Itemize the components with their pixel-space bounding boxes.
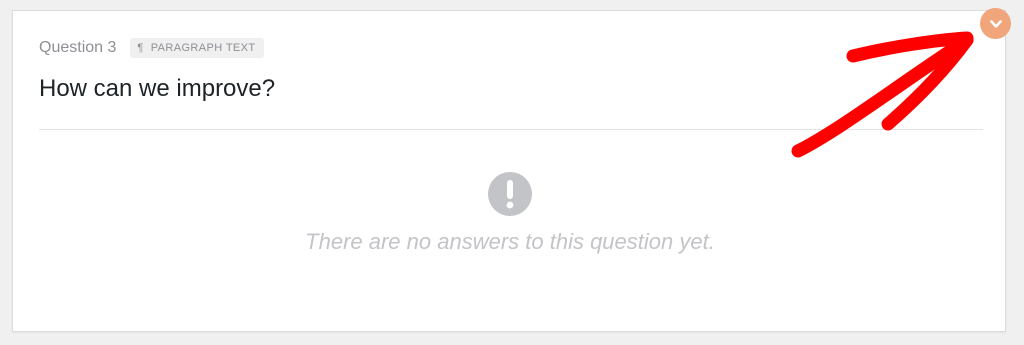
exclamation-circle-icon	[488, 172, 532, 216]
question-header: Question 3 ¶ PARAGRAPH TEXT	[39, 38, 264, 58]
chevron-down-icon	[989, 19, 1002, 28]
toggle-answers-button[interactable]	[980, 8, 1011, 39]
empty-message: There are no answers to this question ye…	[305, 229, 715, 254]
pilcrow-icon: ¶	[137, 42, 144, 54]
question-type-badge: ¶ PARAGRAPH TEXT	[130, 38, 264, 58]
question-type-label: PARAGRAPH TEXT	[150, 42, 256, 54]
question-card: Question 3 ¶ PARAGRAPH TEXT How can we i…	[12, 10, 1006, 332]
empty-state: There are no answers to this question ye…	[13, 171, 1007, 255]
question-number: Question 3	[39, 39, 117, 56]
question-title: How can we improve?	[39, 75, 276, 102]
divider	[39, 129, 983, 130]
